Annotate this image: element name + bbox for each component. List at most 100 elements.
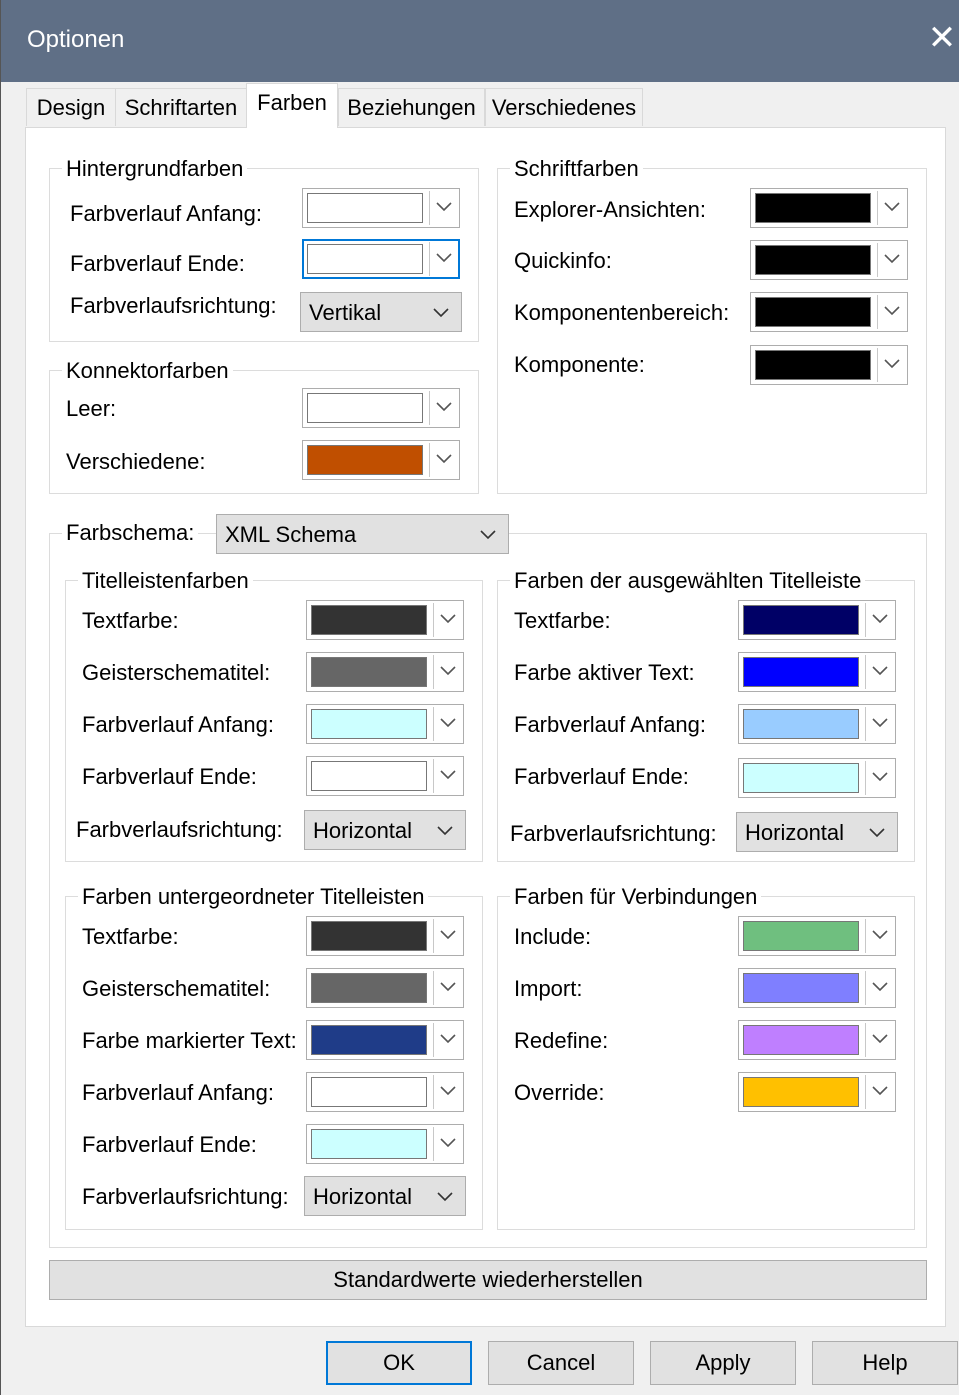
background-colors-legend: Hintergrundfarben xyxy=(62,156,248,182)
chevron-down-icon xyxy=(440,614,456,624)
connector-various-picker[interactable] xyxy=(302,440,460,480)
color-scheme-label: Farbschema: xyxy=(62,520,199,546)
dropdown-button[interactable] xyxy=(877,295,905,329)
dropdown-button[interactable] xyxy=(433,1075,461,1109)
color-scheme-select[interactable]: XML Schema xyxy=(216,514,509,554)
color-swatch xyxy=(755,350,871,380)
color-swatch xyxy=(743,763,859,793)
color-swatch xyxy=(743,709,859,739)
chevron-down-icon xyxy=(436,454,452,464)
dropdown-button[interactable] xyxy=(865,761,893,795)
color-swatch xyxy=(311,709,427,739)
color-swatch xyxy=(307,445,423,475)
tb-gradient-direction-select[interactable]: Horizontal xyxy=(304,810,466,850)
conn-import-picker[interactable] xyxy=(738,968,896,1008)
color-swatch xyxy=(311,657,427,687)
help-button[interactable]: Help xyxy=(812,1341,958,1385)
stb-gradient-start-picker[interactable] xyxy=(738,704,896,744)
dropdown-button[interactable] xyxy=(865,655,893,689)
color-swatch xyxy=(307,244,423,274)
color-swatch xyxy=(743,1025,859,1055)
ctb-gradient-end-label: Farbverlauf Ende: xyxy=(82,1132,257,1157)
chevron-down-icon xyxy=(436,253,452,263)
dropdown-button[interactable] xyxy=(429,191,457,225)
dropdown-button[interactable] xyxy=(865,1023,893,1057)
dropdown-button[interactable] xyxy=(433,655,461,689)
conn-include-label: Include: xyxy=(514,924,592,949)
dropdown-button[interactable] xyxy=(433,1127,461,1161)
tab-verschiedenes[interactable]: Verschiedenes xyxy=(485,88,643,126)
select-value: Horizontal xyxy=(745,820,845,845)
close-icon[interactable]: ✕ xyxy=(927,20,957,56)
bg-gradient-direction-select[interactable]: Vertikal xyxy=(300,292,462,332)
bg-gradient-start-label: Farbverlauf Anfang: xyxy=(70,201,263,226)
stb-gradient-end-picker[interactable] xyxy=(738,758,896,798)
stb-text-color-picker[interactable] xyxy=(738,600,896,640)
tab-design[interactable]: Design xyxy=(26,88,116,126)
dropdown-button[interactable] xyxy=(877,243,905,277)
chevron-down-icon xyxy=(884,359,900,369)
dropdown-button[interactable] xyxy=(865,971,893,1005)
dropdown-button[interactable] xyxy=(433,919,461,953)
dropdown-button[interactable] xyxy=(865,919,893,953)
conn-include-picker[interactable] xyxy=(738,916,896,956)
ctb-text-color-label: Textfarbe: xyxy=(82,924,179,949)
connector-empty-picker[interactable] xyxy=(302,388,460,428)
font-quickinfo-picker[interactable] xyxy=(750,240,908,280)
color-swatch xyxy=(743,605,859,635)
dropdown-button[interactable] xyxy=(429,443,457,477)
font-explorer-picker[interactable] xyxy=(750,188,908,228)
tab-beziehungen[interactable]: Beziehungen xyxy=(338,88,485,126)
tab-schriftarten[interactable]: Schriftarten xyxy=(115,88,247,126)
conn-redefine-picker[interactable] xyxy=(738,1020,896,1060)
ctb-text-color-picker[interactable] xyxy=(306,916,464,956)
chevron-down-icon xyxy=(872,718,888,728)
chevron-down-icon xyxy=(440,770,456,780)
dropdown-button[interactable] xyxy=(865,707,893,741)
ctb-marked-text-picker[interactable] xyxy=(306,1020,464,1060)
stb-text-color-label: Textfarbe: xyxy=(514,608,611,633)
dropdown-button[interactable] xyxy=(865,1075,893,1109)
ok-button[interactable]: OK xyxy=(326,1341,472,1385)
chevron-down-icon xyxy=(440,1138,456,1148)
apply-button[interactable]: Apply xyxy=(650,1341,796,1385)
ctb-gradient-end-picker[interactable] xyxy=(306,1124,464,1164)
dropdown-button[interactable] xyxy=(433,971,461,1005)
bg-gradient-direction-label: Farbverlaufsrichtung: xyxy=(70,293,277,318)
cancel-button[interactable]: Cancel xyxy=(488,1341,634,1385)
dropdown-button[interactable] xyxy=(433,603,461,637)
dropdown-button[interactable] xyxy=(433,1023,461,1057)
conn-redefine-label: Redefine: xyxy=(514,1028,609,1053)
font-component-label: Komponente: xyxy=(514,352,645,377)
ctb-gradient-start-picker[interactable] xyxy=(306,1072,464,1112)
bg-gradient-end-label: Farbverlauf Ende: xyxy=(70,251,245,276)
tb-gradient-end-picker[interactable] xyxy=(306,756,464,796)
stb-active-text-picker[interactable] xyxy=(738,652,896,692)
ctb-ghost-title-picker[interactable] xyxy=(306,968,464,1008)
dropdown-button[interactable] xyxy=(877,348,905,382)
bg-gradient-end-picker[interactable] xyxy=(302,239,460,279)
conn-override-picker[interactable] xyxy=(738,1072,896,1112)
connector-various-label: Verschiedene: xyxy=(66,449,206,474)
font-quickinfo-label: Quickinfo: xyxy=(514,248,612,273)
stb-gradient-direction-select[interactable]: Horizontal xyxy=(736,812,898,852)
tb-ghost-title-picker[interactable] xyxy=(306,652,464,692)
tab-farben[interactable]: Farben xyxy=(246,83,338,128)
chevron-down-icon xyxy=(884,254,900,264)
stb-gradient-start-label: Farbverlauf Anfang: xyxy=(514,712,707,737)
tb-text-color-picker[interactable] xyxy=(306,600,464,640)
dropdown-button[interactable] xyxy=(865,603,893,637)
font-component-picker[interactable] xyxy=(750,345,908,385)
font-component-area-picker[interactable] xyxy=(750,292,908,332)
dropdown-button[interactable] xyxy=(429,391,457,425)
dropdown-button[interactable] xyxy=(877,191,905,225)
dropdown-button[interactable] xyxy=(433,759,461,793)
restore-defaults-button[interactable]: Standardwerte wiederherstellen xyxy=(49,1260,927,1300)
ctb-gradient-direction-select[interactable]: Horizontal xyxy=(304,1176,466,1216)
dropdown-button[interactable] xyxy=(429,242,457,276)
color-swatch xyxy=(307,193,423,223)
dropdown-button[interactable] xyxy=(433,707,461,741)
connector-colors-legend: Konnektorfarben xyxy=(62,358,233,384)
tb-gradient-start-picker[interactable] xyxy=(306,704,464,744)
bg-gradient-start-picker[interactable] xyxy=(302,188,460,228)
